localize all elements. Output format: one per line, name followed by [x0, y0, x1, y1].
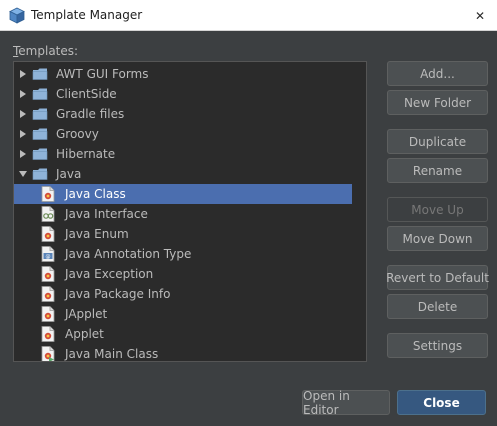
expand-right-arrow-icon[interactable]: [18, 89, 28, 99]
tree-template-row[interactable]: JApplet: [14, 304, 352, 324]
tree-template-row[interactable]: Java Class: [14, 184, 352, 204]
tree-row-label: JApplet: [65, 307, 108, 321]
tree-row-label: Java Main Class: [65, 347, 159, 361]
applet-icon: [41, 326, 55, 342]
svg-text:@: @: [46, 254, 51, 260]
tree-row-label: AWT GUI Forms: [56, 67, 149, 81]
templates-label: Templates:: [13, 44, 78, 58]
revert-button-label: Revert to Default: [386, 270, 489, 285]
open-in-editor-label: Open in Editor: [303, 388, 350, 417]
move-down-button[interactable]: Move Down: [387, 226, 488, 251]
tree-template-row[interactable]: Java Enum: [14, 224, 352, 244]
tree-template-row[interactable]: Java Exception: [14, 264, 352, 284]
move-up-button-label: Move Up: [411, 202, 464, 217]
tree-scrollbar[interactable]: [366, 63, 367, 361]
duplicate-button[interactable]: Duplicate: [387, 129, 488, 154]
tree-folder-row[interactable]: Hibernate: [14, 144, 352, 164]
expand-right-arrow-icon[interactable]: [18, 109, 28, 119]
tree-row-label: Applet: [65, 327, 104, 341]
close-button[interactable]: Close: [397, 390, 486, 415]
close-icon: ✕: [474, 8, 486, 23]
japplet-icon: [41, 306, 55, 322]
tree-row-label: Gradle files: [56, 107, 125, 121]
rename-button-label: Rename: [412, 163, 463, 178]
revert-to-default-button[interactable]: Revert to Default: [386, 265, 489, 290]
expand-down-arrow-icon[interactable]: [18, 169, 28, 179]
expand-right-arrow-icon[interactable]: [18, 69, 28, 79]
folder-icon: [32, 88, 48, 100]
tree-template-row[interactable]: Java Main Class: [14, 344, 352, 361]
duplicate-button-label: Duplicate: [408, 134, 467, 149]
templates-tree[interactable]: Java Main Class Applet JApplet Java Package…: [13, 61, 367, 362]
tree-row-label: Groovy: [56, 127, 99, 141]
open-in-editor-button[interactable]: Open in Editor: [302, 388, 390, 417]
delete-button[interactable]: Delete: [387, 294, 488, 319]
new-folder-button-label: New Folder: [403, 95, 472, 110]
rename-button[interactable]: Rename: [387, 158, 488, 183]
tree-row-label: Java Interface: [65, 207, 148, 221]
move-up-button[interactable]: Move Up: [387, 197, 488, 222]
close-window-button[interactable]: ✕: [463, 0, 497, 31]
folder-icon: [32, 168, 48, 180]
java-class-icon: [41, 186, 55, 202]
add-button-label: Add...: [420, 66, 455, 81]
java-package-info-icon: [41, 286, 55, 302]
settings-button[interactable]: Settings: [387, 333, 488, 358]
expand-right-arrow-icon[interactable]: [18, 129, 28, 139]
tree-row-label: Java Class: [65, 187, 126, 201]
java-annotation-icon: @: [41, 246, 55, 262]
close-button-label: Close: [423, 395, 460, 410]
move-down-button-label: Move Down: [402, 231, 473, 246]
title-bar: Template Manager ✕: [0, 0, 497, 31]
java-interface-icon: [41, 206, 55, 222]
tree-folder-row[interactable]: AWT GUI Forms: [14, 64, 352, 84]
java-exception-icon: [41, 266, 55, 282]
expand-right-arrow-icon[interactable]: [18, 149, 28, 159]
templates-label-rest: emplates:: [18, 44, 79, 58]
java-enum-icon: [41, 226, 55, 242]
app-cube-icon: [9, 7, 25, 24]
tree-template-row[interactable]: Java Package Info: [14, 284, 352, 304]
delete-button-label: Delete: [417, 299, 458, 314]
tree-folder-row[interactable]: Groovy: [14, 124, 352, 144]
folder-icon: [32, 148, 48, 160]
tree-folder-row[interactable]: Java: [14, 164, 352, 184]
folder-icon: [32, 68, 48, 80]
tree-row-label: Java Package Info: [65, 287, 171, 301]
tree-folder-row[interactable]: ClientSide: [14, 84, 352, 104]
tree-template-row[interactable]: Java Interface: [14, 204, 352, 224]
tree-row-label: Hibernate: [56, 147, 116, 161]
tree-row-label: Java Exception: [65, 267, 154, 281]
window-title: Template Manager: [31, 8, 143, 22]
tree-row-label: Java Enum: [65, 227, 129, 241]
folder-icon: [32, 108, 48, 120]
tree-row-label: Java: [56, 167, 82, 181]
folder-icon: [32, 128, 48, 140]
java-main-class-icon: [41, 346, 55, 361]
new-folder-button[interactable]: New Folder: [387, 90, 488, 115]
tree-row-label: ClientSide: [56, 87, 117, 101]
settings-button-label: Settings: [412, 338, 463, 353]
tree-template-row[interactable]: @ Java Annotation Type: [14, 244, 352, 264]
add-button[interactable]: Add...: [387, 61, 488, 86]
tree-template-row[interactable]: Applet: [14, 324, 352, 344]
tree-folder-row[interactable]: Gradle files: [14, 104, 352, 124]
tree-row-label: Java Annotation Type: [65, 247, 192, 261]
